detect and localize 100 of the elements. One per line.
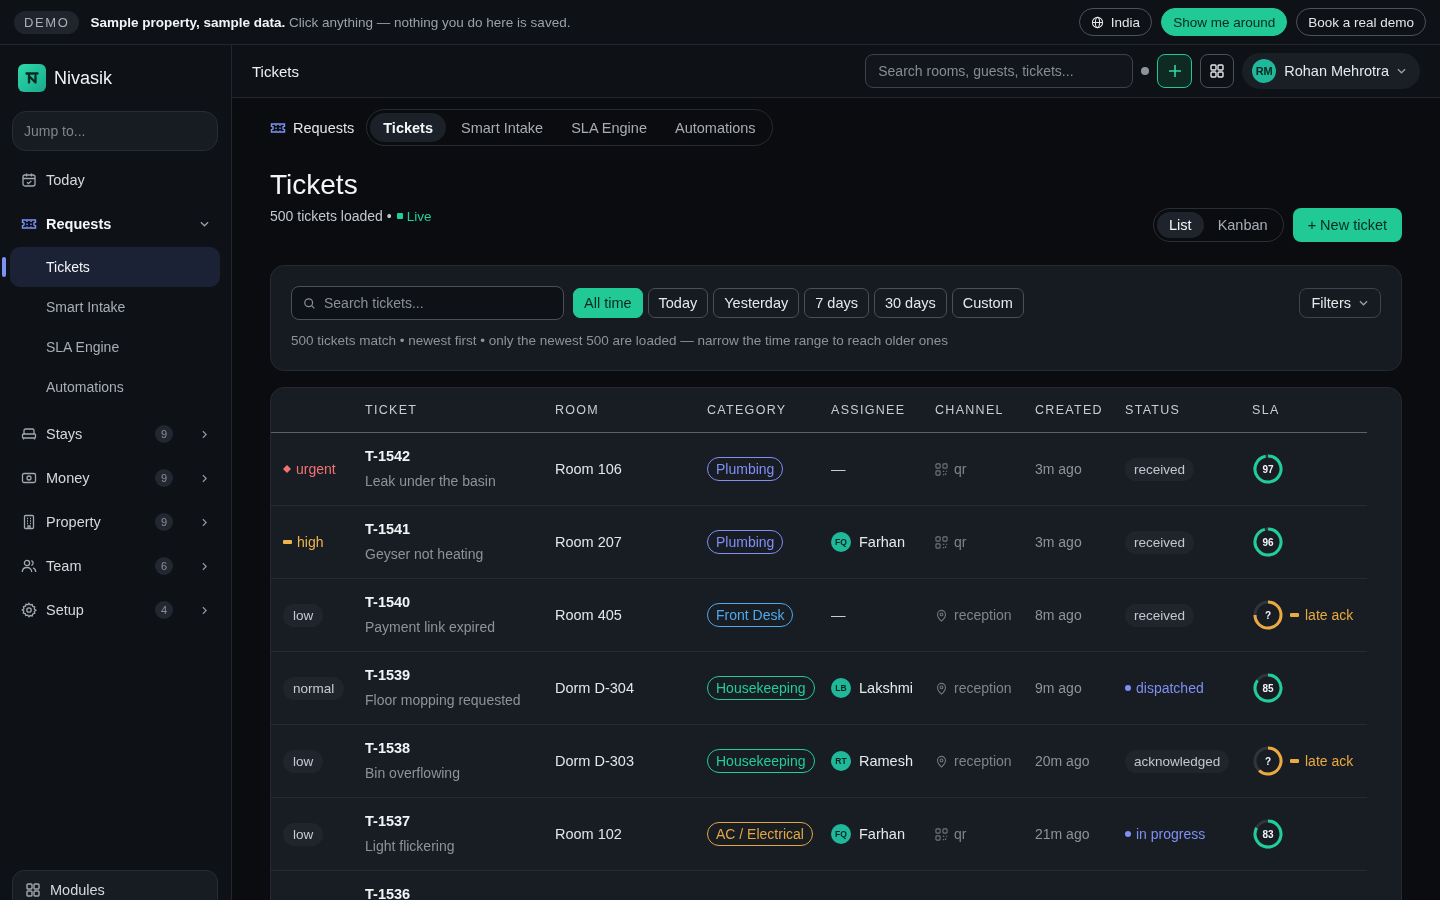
assignee-name: Lakshmi (859, 680, 913, 696)
channel-label: qr (954, 461, 967, 477)
nav-subitem[interactable]: Automations (10, 367, 220, 407)
nav-item[interactable]: Money 9 (0, 456, 231, 500)
tab[interactable]: Smart Intake (448, 113, 557, 142)
nav-item[interactable]: Today (0, 158, 231, 202)
nav-item[interactable]: Team 6 (0, 544, 231, 588)
priority-label: high (297, 534, 324, 550)
sla-note: late ack (1305, 753, 1354, 769)
bed-icon (21, 426, 37, 442)
building-icon (21, 514, 37, 530)
tab[interactable]: Tickets (370, 113, 446, 142)
modules-button[interactable]: Modules (12, 870, 218, 900)
chevron-down-icon (1359, 300, 1368, 306)
nav-subitem[interactable]: Smart Intake (10, 287, 220, 327)
sla-ring (1252, 745, 1284, 777)
channel-label: reception (954, 680, 1012, 696)
apps-button[interactable] (1200, 54, 1235, 88)
channel-label: qr (954, 534, 967, 550)
sla-score: ? (1264, 609, 1272, 621)
nav-item[interactable]: Stays 9 (0, 412, 231, 456)
column-header: SLA (1252, 403, 1281, 417)
column-header: CHANNEL (935, 403, 1005, 417)
jump-field[interactable]: Jump to... (12, 111, 218, 151)
ticket-title: Bin overflowing (365, 764, 460, 782)
date-range-chip[interactable]: Yesterday (713, 288, 800, 318)
date-range-chip[interactable]: Today (647, 288, 709, 318)
room-name: Room 106 (555, 461, 622, 477)
date-range-chip[interactable]: 7 days (804, 288, 869, 318)
status-tag: received (1125, 603, 1195, 627)
search-field[interactable]: Search rooms, guests, tickets... (865, 54, 1134, 88)
dash-icon (1290, 613, 1299, 617)
tab[interactable]: Automations (662, 113, 769, 142)
room-name: Dorm D-303 (555, 753, 634, 769)
active-indicator (2, 257, 6, 277)
ticket-title: Payment link expired (365, 618, 495, 636)
status-label: in progress (1136, 826, 1206, 842)
sla-ring (1252, 672, 1284, 704)
created-time: 21m ago (1035, 826, 1090, 842)
sla-ring (1252, 599, 1284, 631)
demo-notice: Sample property, sample data. Click anything — nothing you do here is saved. (90, 14, 571, 30)
filters-button[interactable]: Filters (1298, 288, 1381, 318)
sla-score: ? (1264, 755, 1272, 767)
assignee-name: Farhan (859, 534, 905, 550)
assignee-avatar: LB (831, 678, 851, 698)
priority-tag: low (283, 749, 324, 773)
ticket-title: Leak under the basin (365, 472, 496, 490)
column-header: ASSIGNEE (831, 403, 907, 417)
sla-score: 85 (1262, 682, 1274, 694)
count-badge: 4 (155, 601, 173, 619)
add-button[interactable] (1157, 54, 1193, 88)
qr-code-icon (935, 827, 948, 841)
created-time: 9m ago (1035, 680, 1082, 696)
view-tab[interactable]: List (1157, 212, 1204, 238)
count-badge: 9 (155, 513, 173, 531)
date-range-chip[interactable]: Custom (951, 288, 1024, 318)
qr-code-icon (935, 462, 948, 476)
tour-button[interactable]: Show me around (1161, 8, 1288, 36)
status-dot-icon (1141, 67, 1150, 75)
user-menu[interactable]: RM Rohan Mehrotra (1242, 53, 1420, 89)
section-link[interactable]: Requests (270, 119, 355, 136)
ticket-icon (21, 216, 37, 232)
column-header: STATUS (1125, 403, 1182, 417)
new-ticket-button[interactable]: + New ticket (1292, 208, 1402, 242)
map-pin-icon (935, 608, 948, 622)
view-tab[interactable]: Kanban (1205, 212, 1280, 238)
people-icon (21, 558, 37, 574)
ticket-title: Light flickering (365, 837, 455, 855)
ticket-id: T-1542 (365, 449, 411, 463)
map-pin-icon (935, 754, 948, 768)
globe-icon (1090, 15, 1104, 29)
ticket-id: T-1540 (365, 595, 411, 609)
ticket-title: Geyser not heating (365, 545, 484, 563)
ticket-id: T-1538 (365, 741, 411, 755)
status-label: dispatched (1136, 680, 1204, 696)
nav-item[interactable]: Property 9 (0, 500, 231, 544)
date-range-chip[interactable]: All time (573, 288, 643, 318)
plus-icon (1167, 64, 1182, 78)
chevron-down-icon (1397, 68, 1406, 74)
assignee-name: — (831, 461, 846, 477)
search-field[interactable]: Search tickets... (291, 286, 564, 320)
nav-item[interactable]: Requests (0, 202, 231, 246)
search-icon (303, 297, 316, 310)
priority-label: urgent (296, 461, 336, 477)
nav-item[interactable]: Setup 4 (0, 588, 231, 632)
calendar-icon (21, 172, 37, 188)
tab[interactable]: SLA Engine (558, 113, 660, 142)
demo-badge: DEMO (14, 10, 80, 34)
grid-icon (1210, 64, 1225, 78)
created-time: 3m ago (1035, 461, 1082, 477)
count-badge: 9 (155, 469, 173, 487)
nav-subitem[interactable]: Tickets (10, 247, 220, 287)
date-range-chip[interactable]: 30 days (873, 288, 947, 318)
sla-note: late ack (1305, 607, 1354, 623)
user-avatar: RM (1252, 59, 1277, 83)
logo-icon (18, 64, 46, 92)
sla-ring (1252, 818, 1284, 850)
ticket-id: T-1537 (365, 814, 411, 828)
nav-subitem[interactable]: SLA Engine (10, 327, 220, 367)
qr-code-icon (935, 535, 948, 549)
